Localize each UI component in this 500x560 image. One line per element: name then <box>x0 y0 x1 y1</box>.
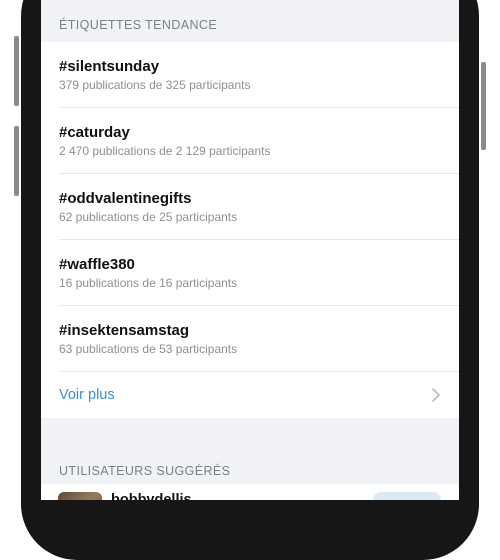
suggested-users-header: UTILISATEURS SUGGÉRÉS <box>59 464 231 478</box>
trending-tag-row[interactable]: #insektensamstag 63 publications de 53 p… <box>41 306 459 372</box>
tag-stats: 63 publications de 53 participants <box>59 342 238 356</box>
tag-name: #insektensamstag <box>59 322 190 339</box>
username: bobbydellis <box>111 492 192 500</box>
section-gap <box>41 418 459 446</box>
avatar[interactable] <box>58 492 102 500</box>
trending-tag-row[interactable]: #waffle380 16 publications de 16 partici… <box>41 240 459 306</box>
follow-button[interactable]: Suivre <box>373 492 441 500</box>
trending-tags-list: #silentsunday 379 publications de 325 pa… <box>41 42 459 418</box>
tag-stats: 62 publications de 25 participants <box>59 210 238 224</box>
tag-stats: 379 publications de 325 participants <box>59 78 251 92</box>
see-more-button[interactable]: Voir plus <box>41 372 459 418</box>
phone-volume-down-button <box>14 126 19 196</box>
tag-stats: 16 publications de 16 participants <box>59 276 238 290</box>
trending-tag-row[interactable]: #caturday 2 470 publications de 2 129 pa… <box>41 108 459 174</box>
phone-power-button <box>481 62 486 150</box>
screen: ÉTIQUETTES TENDANCE #silentsunday 379 pu… <box>41 0 459 500</box>
phone-volume-up-button <box>14 48 19 106</box>
see-more-label: Voir plus <box>59 387 115 403</box>
trending-tags-header: ÉTIQUETTES TENDANCE <box>59 18 218 32</box>
tag-name: #waffle380 <box>59 256 135 273</box>
tag-name: #caturday <box>59 124 130 141</box>
tag-name: #oddvalentinegifts <box>59 190 192 207</box>
tag-name: #silentsunday <box>59 58 160 75</box>
trending-tag-row[interactable]: #oddvalentinegifts 62 publications de 25… <box>41 174 459 240</box>
tag-stats: 2 470 publications de 2 129 participants <box>59 144 271 158</box>
chevron-right-icon <box>432 388 440 402</box>
suggested-user-row[interactable]: bobbydellis Suivre <box>41 484 459 500</box>
trending-tag-row[interactable]: #silentsunday 379 publications de 325 pa… <box>41 42 459 108</box>
